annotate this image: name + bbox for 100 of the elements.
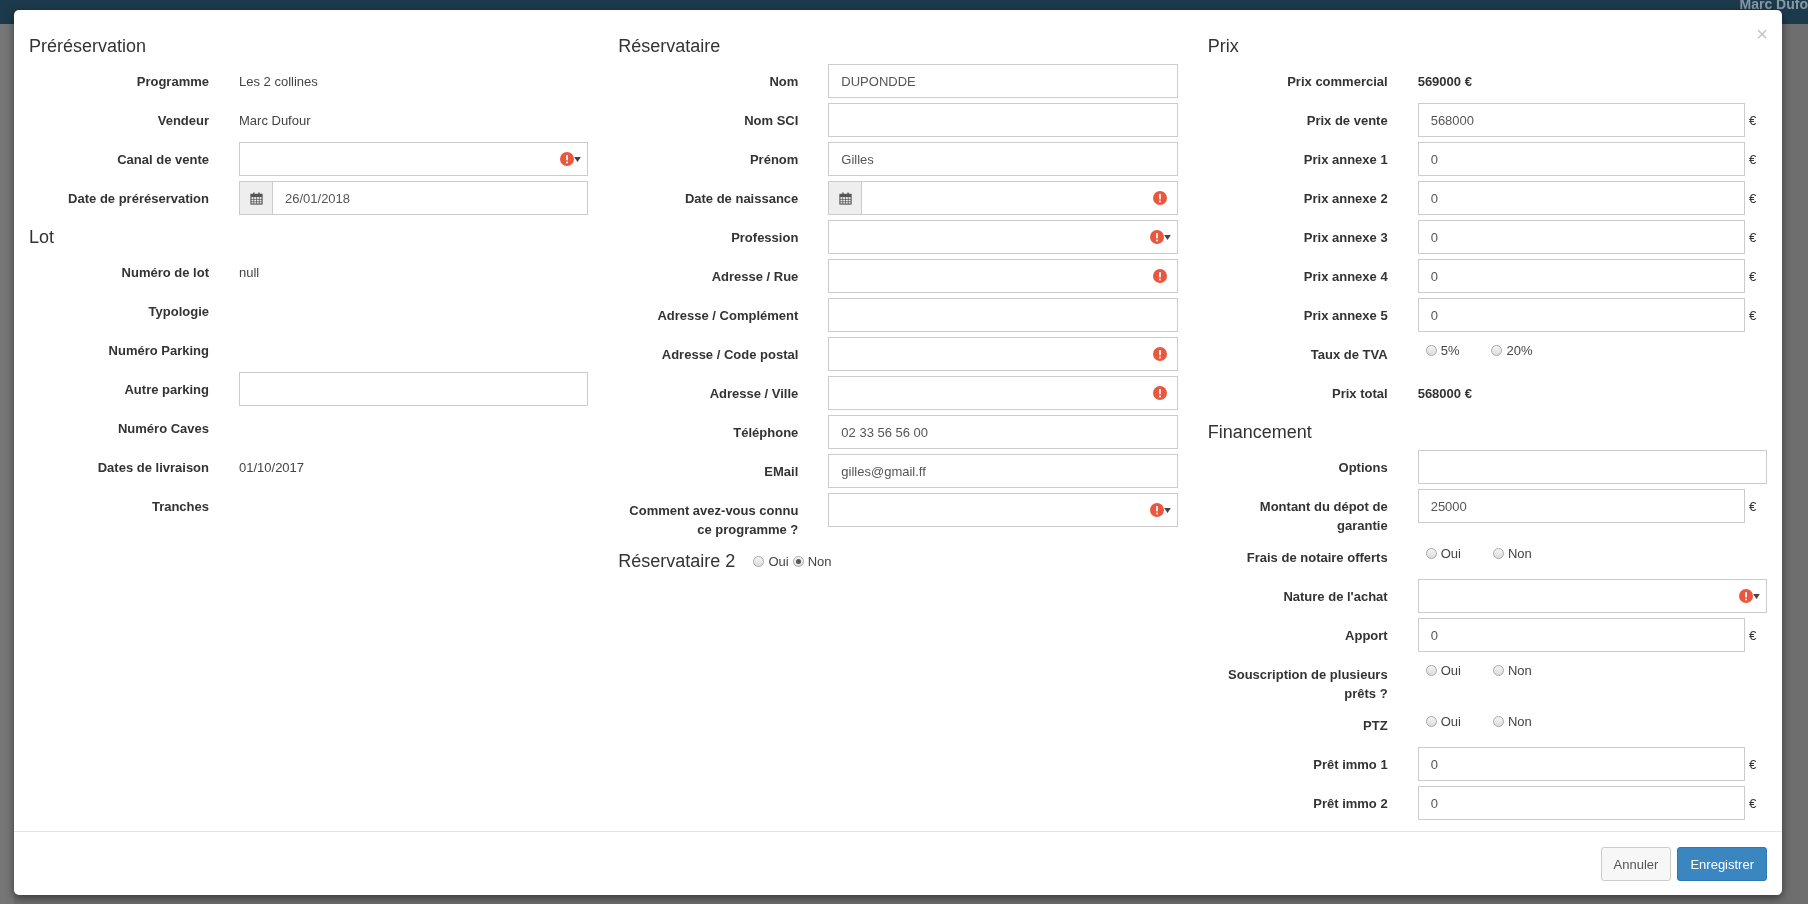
input-field[interactable] — [828, 298, 1178, 332]
field-label: Comment avez-vous connu ce programme ? — [628, 502, 799, 539]
radio-button[interactable] — [1492, 548, 1504, 559]
section-heading: Prix — [1207, 35, 1239, 58]
dialog-button[interactable]: Annuler — [1600, 847, 1672, 881]
input-field[interactable]: 0 — [1417, 298, 1745, 332]
field-label: Dates de livraison — [96, 459, 209, 477]
select-field[interactable] — [828, 493, 1178, 527]
radio-button[interactable] — [792, 555, 804, 567]
error-icon — [1739, 589, 1753, 603]
currency-label: € — [1748, 268, 1758, 284]
currency-label: € — [1748, 112, 1758, 128]
field-label: Nature de l'achat — [1282, 588, 1388, 606]
field-label: Frais de notaire offerts — [1245, 549, 1388, 567]
field-label: Tranches — [150, 498, 209, 516]
dialog-button[interactable]: Enregistrer — [1677, 847, 1767, 881]
field-label: Adresse / Rue — [710, 268, 799, 286]
radio-label: Oui — [1440, 546, 1461, 561]
select-field[interactable] — [828, 220, 1178, 254]
field-value: null — [239, 264, 260, 280]
field-label: Typologie — [147, 303, 209, 321]
caret-icon — [1163, 234, 1171, 240]
field-label: Numéro Parking — [107, 342, 209, 360]
input-field[interactable] — [828, 259, 1178, 293]
error-icon — [1149, 503, 1164, 517]
field-label: Numéro Caves — [116, 420, 209, 438]
input-field[interactable]: 0 — [1417, 786, 1745, 820]
radio-label: Oui — [1440, 714, 1461, 729]
price-value: 569000 € — [1417, 73, 1472, 89]
field-label: Programme — [135, 73, 209, 91]
field-label: Autre parking — [123, 381, 209, 399]
radio-button[interactable] — [1425, 716, 1437, 727]
radio-button[interactable] — [1425, 548, 1437, 559]
currency-label: € — [1748, 151, 1758, 167]
input-field[interactable]: 0 — [1417, 142, 1745, 176]
section-heading: Lot — [29, 226, 55, 249]
input-field[interactable]: 0 — [1417, 618, 1745, 652]
field-label: Souscription de plusieurs prêts ? — [1227, 666, 1388, 703]
date-field[interactable] — [828, 181, 1178, 215]
input-field[interactable]: 02 33 56 56 00 — [828, 415, 1178, 449]
input-field[interactable]: 0 — [1417, 259, 1745, 293]
radio-button[interactable] — [1492, 665, 1504, 676]
field-value: Marc Dufour — [239, 112, 311, 128]
error-icon — [560, 152, 575, 166]
field-value: 01/10/2017 — [239, 459, 305, 475]
radio-button[interactable] — [1425, 665, 1437, 676]
radio-button[interactable] — [1425, 345, 1437, 356]
field-label: Prix de vente — [1305, 112, 1388, 130]
error-icon — [1152, 386, 1167, 400]
caret-icon — [1753, 593, 1760, 599]
field-label: Vendeur — [156, 112, 209, 130]
field-label: Adresse / Code postal — [660, 346, 799, 364]
error-icon — [1149, 230, 1164, 244]
input-field[interactable]: 0 — [1417, 747, 1745, 781]
input-field[interactable]: 25000 — [1417, 489, 1745, 523]
input-field[interactable]: 0 — [1417, 181, 1745, 215]
price-value: 568000 € — [1417, 385, 1472, 401]
field-label: Date de préréservation — [67, 190, 209, 208]
field-label: Prix annexe 3 — [1302, 229, 1388, 247]
field-value: Les 2 collines — [239, 73, 318, 89]
input-field[interactable]: DUPONDDE — [828, 64, 1178, 98]
section-heading: Préréservation — [29, 35, 147, 58]
field-label: Adresse / Complément — [656, 307, 799, 325]
field-label: Nom SCI — [743, 112, 799, 130]
field-label: Nom — [768, 73, 799, 91]
currency-label: € — [1748, 795, 1758, 811]
currency-label: € — [1748, 190, 1758, 206]
input-field[interactable] — [828, 103, 1178, 137]
section-heading: Réservataire 2 — [618, 550, 736, 573]
calendar-icon — [838, 191, 852, 205]
calendar-icon — [249, 191, 263, 205]
radio-button[interactable] — [1492, 716, 1504, 727]
input-field[interactable] — [1417, 450, 1767, 484]
input-field[interactable]: 568000 — [1417, 103, 1745, 137]
date-field[interactable]: 26/01/2018 — [239, 181, 589, 215]
radio-button[interactable] — [1491, 345, 1503, 356]
select-field[interactable] — [239, 142, 589, 176]
field-label: Prix annexe 2 — [1302, 190, 1388, 208]
radio-label: Oui — [768, 553, 789, 569]
field-label: Options — [1337, 459, 1388, 477]
section-heading: Réservataire — [618, 35, 721, 58]
error-icon — [1152, 347, 1167, 361]
currency-label: € — [1748, 756, 1758, 772]
error-icon — [1152, 269, 1167, 283]
input-field[interactable]: 0 — [1417, 220, 1745, 254]
radio-button[interactable] — [753, 555, 765, 567]
field-label: Prêt immo 1 — [1312, 756, 1388, 774]
currency-label: € — [1748, 627, 1758, 643]
currency-label: € — [1748, 229, 1758, 245]
select-field[interactable] — [1417, 579, 1767, 613]
currency-label: € — [1748, 307, 1758, 323]
input-field[interactable]: Gilles — [828, 142, 1178, 176]
input-field[interactable] — [828, 337, 1178, 371]
radio-label: Non — [1507, 546, 1532, 561]
input-field[interactable]: gilles@gmail.ff — [828, 454, 1178, 488]
section-heading: Financement — [1207, 421, 1312, 444]
field-label: Taux de TVA — [1309, 346, 1388, 364]
input-field[interactable] — [239, 372, 589, 406]
field-label: Prix annexe 4 — [1302, 268, 1388, 286]
input-field[interactable] — [828, 376, 1178, 410]
